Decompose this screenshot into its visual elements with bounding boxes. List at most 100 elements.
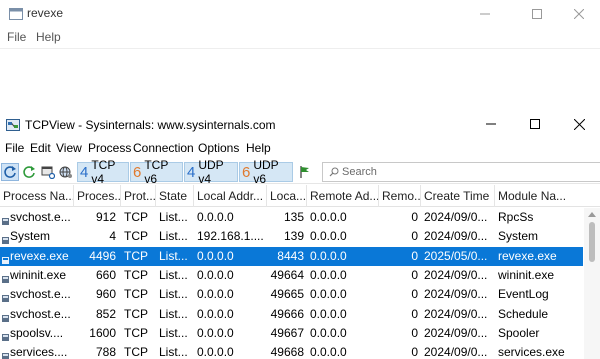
module-name-cell: revexe.exe [498,249,557,263]
column-header-remote-port[interactable]: Remo... [379,185,421,207]
remote-address-cell: 0.0.0.0 [310,345,347,359]
state-cell: List... [159,307,188,321]
protocol-cell: TCP [124,210,148,224]
column-header-local-address[interactable]: Local Addr... [194,185,267,207]
column-header-state[interactable]: State [156,185,194,207]
remote-port-cell: 0 [411,249,418,263]
search-input[interactable]: Search [322,162,600,182]
column-header-protocol[interactable]: Prot... [121,185,156,207]
protocol-cell: TCP [124,249,148,263]
process-name-cell: spoolsv.... [10,326,64,340]
tcpview-titlebar[interactable]: TCPView - Sysinternals: www.sysinternals… [0,112,600,138]
close-button[interactable] [556,112,600,136]
table-row[interactable]: services.... 788 TCP List... 0.0.0.0 49668 0.0… [0,343,583,359]
menu-help[interactable]: Help [36,30,61,44]
column-header-process-name[interactable]: Process Na... [0,185,74,207]
process-icon [2,311,9,322]
filter-tcp-v4[interactable]: 4 TCP v4 [77,158,129,186]
remote-port-cell: 0 [411,345,418,359]
create-time-cell: 2024/09/0... [424,307,488,321]
filter-udp-v6[interactable]: 6 UDP v6 [239,158,293,186]
menu-help[interactable]: Help [246,141,271,155]
column-header-local-port[interactable]: Loca... [267,185,307,207]
globe-icon[interactable] [57,163,75,181]
filter-tcp-v6-label: TCP v6 [144,158,169,186]
process-icon [2,233,9,244]
filter-udp-v4-label: UDP v4 [198,158,224,186]
state-cell: List... [159,345,188,359]
state-cell: List... [159,326,188,340]
local-address-cell: 0.0.0.0 [197,268,234,282]
minimize-button[interactable] [468,112,514,136]
process-icon [2,330,9,341]
resolve-addresses-icon[interactable] [39,163,57,181]
remote-address-cell: 0.0.0.0 [310,307,347,321]
create-time-cell: 2024/09/0... [424,268,488,282]
column-header-process-id[interactable]: Proces... [74,185,121,207]
menu-process[interactable]: Process [88,141,131,155]
search-icon [329,167,339,177]
column-header-module-name[interactable]: Module Na... [495,185,600,207]
minimize-button[interactable] [462,0,508,28]
menu-file[interactable]: File [7,30,26,44]
process-name-cell: wininit.exe [10,268,67,282]
module-name-cell: Schedule [498,307,549,321]
process-id-cell: 1600 [89,326,116,340]
table-row[interactable]: wininit.exe 660 TCP List... 0.0.0.0 49664 0.0.… [0,266,583,285]
process-name-cell: svchost.e... [10,287,71,301]
create-time-cell: 2024/09/0... [424,326,488,340]
local-address-cell: 0.0.0.0 [197,307,234,321]
divider [0,48,600,49]
local-address-cell: 0.0.0.0 [197,249,234,263]
refresh-icon[interactable] [1,163,19,181]
process-id-cell: 4496 [89,249,116,263]
protocol-cell: TCP [124,326,148,340]
local-port-cell: 8443 [277,249,304,263]
filter-udp-v4[interactable]: 4 UDP v4 [184,158,238,186]
remote-port-cell: 0 [411,268,418,282]
process-name-cell: svchost.e... [10,210,71,224]
table-row[interactable]: spoolsv.... 1600 TCP List... 0.0.0.0 49667 0.0… [0,324,583,343]
remote-port-cell: 0 [411,229,418,243]
process-name-cell: System [10,229,51,243]
column-header-remote-address[interactable]: Remote Ad... [307,185,379,207]
filter-udp-v6-number: 6 [242,163,251,181]
scroll-thumb[interactable] [589,222,595,262]
process-name-cell: svchost.e... [10,307,71,321]
process-id-cell: 912 [95,210,116,224]
table-row[interactable]: svchost.e... 960 TCP List... 0.0.0.0 49665 0.0… [0,285,583,304]
close-button[interactable] [556,0,600,28]
maximize-button[interactable] [514,0,560,28]
scroll-up-icon[interactable] [588,212,596,217]
menu-file[interactable]: File [5,141,24,155]
create-time-cell: 2024/09/0... [424,210,488,224]
menu-connection[interactable]: Connection [133,141,194,155]
tcpview-window: TCPView - Sysinternals: www.sysinternals… [0,112,600,359]
module-name-cell: EventLog [498,287,549,301]
vertical-scrollbar[interactable] [584,208,600,359]
protocol-cell: TCP [124,307,148,321]
table-row[interactable]: System 4 TCP List... 192.168.1.... 139 0.0.0.0… [0,227,583,246]
protocol-cell: TCP [124,229,148,243]
table-row[interactable]: svchost.e... 912 TCP List... 0.0.0.0 135 0.0.0… [0,208,583,227]
maximize-button[interactable] [512,112,558,136]
revexe-titlebar[interactable]: revexe [0,0,600,28]
menu-edit[interactable]: Edit [30,141,51,155]
menu-options[interactable]: Options [198,141,239,155]
process-icon [2,214,9,225]
menu-view[interactable]: View [56,141,82,155]
remote-port-cell: 0 [411,287,418,301]
process-icon [2,272,9,283]
flag-icon[interactable] [296,163,314,181]
table-row[interactable]: revexe.exe 4496 TCP List... 0.0.0.0 8443 0.0.0… [0,247,583,266]
state-cell: List... [159,249,188,263]
column-header-create-time[interactable]: Create Time [421,185,495,207]
state-cell: List... [159,210,188,224]
process-name-cell: services.... [10,345,68,359]
filter-tcp-v6[interactable]: 6 TCP v6 [130,158,183,186]
remote-address-cell: 0.0.0.0 [310,287,347,301]
auto-refresh-icon[interactable] [20,163,38,181]
module-name-cell: RpcSs [498,210,534,224]
process-name-cell: revexe.exe [10,249,69,263]
table-row[interactable]: svchost.e... 852 TCP List... 0.0.0.0 49666 0.0… [0,305,583,324]
